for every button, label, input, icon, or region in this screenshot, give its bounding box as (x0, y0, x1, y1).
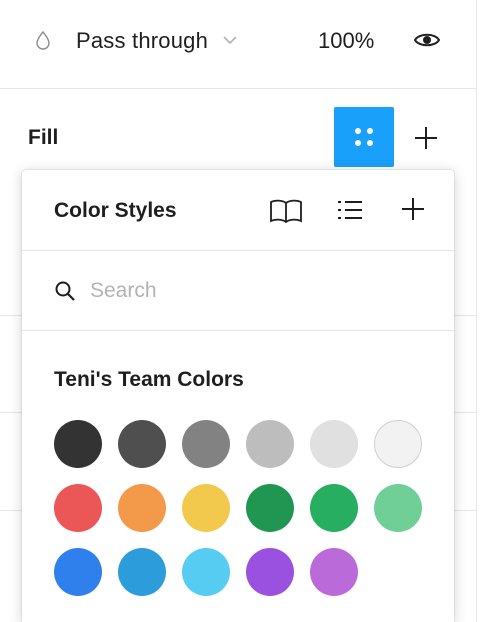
panel-border (476, 0, 477, 622)
layer-divider (0, 88, 476, 89)
color-swatch-purple-2[interactable] (310, 548, 358, 596)
color-swatch-gray-4[interactable] (374, 420, 422, 468)
color-swatch-black[interactable] (54, 420, 102, 468)
grid-icon-dot (367, 128, 373, 134)
grid-icon-dot (367, 140, 373, 146)
search-input[interactable] (90, 274, 410, 308)
blend-mode-drop-icon (36, 30, 50, 50)
color-swatch-red[interactable] (54, 484, 102, 532)
color-swatch-blue-3[interactable] (182, 548, 230, 596)
color-styles-popover: Color Styles Teni's Team Colors (22, 170, 454, 622)
swatch-row (54, 548, 434, 596)
color-swatch-orange[interactable] (118, 484, 166, 532)
grid-icon-dot (355, 140, 361, 146)
color-swatch-gray[interactable] (182, 420, 230, 468)
style-picker-button[interactable] (334, 107, 394, 167)
blend-mode-select[interactable]: Pass through (76, 28, 208, 54)
color-swatch-dark-gray[interactable] (118, 420, 166, 468)
color-swatch-grid (54, 420, 434, 612)
style-group-title: Teni's Team Colors (54, 368, 244, 391)
book-library-icon[interactable] (268, 197, 304, 225)
color-swatch-blue-2[interactable] (118, 548, 166, 596)
popover-divider (22, 330, 454, 331)
grid-icon-dot (355, 128, 361, 134)
color-swatch-green-2[interactable] (310, 484, 358, 532)
eye-icon[interactable] (413, 30, 441, 50)
color-swatch-yellow[interactable] (182, 484, 230, 532)
color-swatch-blue-1[interactable] (54, 548, 102, 596)
search-icon (55, 281, 75, 301)
list-view-icon[interactable] (336, 198, 364, 222)
color-swatch-purple-1[interactable] (246, 548, 294, 596)
color-swatch-gray-2[interactable] (246, 420, 294, 468)
popover-title: Color Styles (54, 199, 177, 222)
popover-divider (22, 250, 454, 251)
layer-row: Pass through 100% (0, 0, 476, 88)
color-swatch-gray-3[interactable] (310, 420, 358, 468)
add-fill-plus-icon[interactable] (410, 122, 442, 154)
swatch-row (54, 484, 434, 532)
swatch-row (54, 420, 434, 468)
layer-opacity-value[interactable]: 100% (318, 28, 374, 54)
add-style-plus-icon[interactable] (398, 194, 428, 224)
fill-section-title: Fill (28, 126, 59, 149)
chevron-down-icon[interactable] (222, 34, 238, 46)
color-swatch-green-1[interactable] (246, 484, 294, 532)
color-swatch-green-3[interactable] (374, 484, 422, 532)
